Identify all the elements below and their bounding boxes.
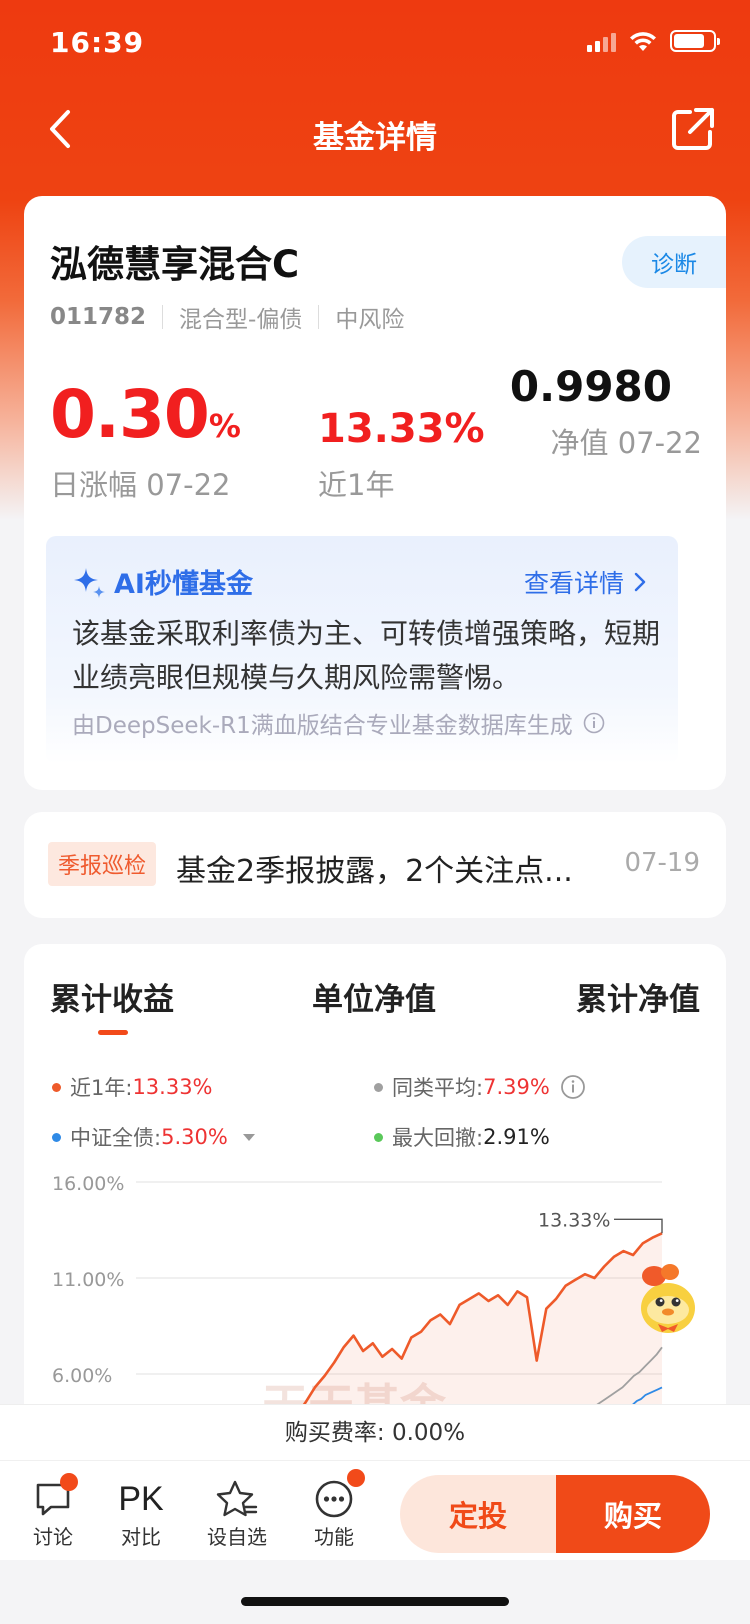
fund-code: 011782: [50, 304, 147, 330]
discuss-button[interactable]: 讨论: [18, 1473, 88, 1550]
status-icons: [587, 30, 720, 52]
watchlist-label: 设自选: [207, 1525, 267, 1549]
page-title: 基金详情: [313, 120, 437, 156]
legend-fund-label: 近1年:: [70, 1076, 133, 1100]
legend-peer-label: 同类平均:: [392, 1076, 484, 1100]
legend-drawdown-value: 2.91%: [483, 1125, 550, 1149]
fund-area: [286, 1233, 662, 1404]
status-bar: 16:39: [0, 0, 750, 90]
y-tick-label: 6.00%: [52, 1365, 112, 1387]
star-icon: [216, 1480, 258, 1517]
year-return: 13.33%: [318, 406, 485, 452]
ai-title: AI秒懂基金: [72, 562, 253, 601]
compare-label: 对比: [121, 1525, 161, 1549]
nav-bar: 基金详情: [0, 92, 750, 172]
fund-meta: 011782 混合型-偏债 中风险: [50, 300, 404, 334]
legend-index-value: 5.30%: [161, 1125, 228, 1149]
legend-dot: [52, 1082, 61, 1092]
ai-more-text: 查看详情: [523, 569, 624, 598]
daily-change-unit: %: [208, 407, 241, 445]
end-label-leader: [614, 1218, 663, 1234]
legend-dot: [52, 1132, 61, 1142]
tab-unit-nav[interactable]: 单位净值: [312, 974, 436, 1019]
compare-button[interactable]: PK 对比: [106, 1477, 176, 1550]
sparkle-icon: [74, 567, 105, 598]
notification-badge: [347, 1469, 365, 1487]
legend-fund: 近1年: 13.33%: [52, 1072, 213, 1102]
year-return-label: 近1年: [318, 468, 395, 502]
ai-note: 由DeepSeek-R1满血版结合专业基金数据库生成: [72, 706, 605, 740]
divider: [162, 305, 164, 329]
auto-invest-button[interactable]: 定投: [400, 1475, 556, 1553]
ai-title-text: AI秒懂基金: [114, 569, 253, 600]
battery-icon: [670, 30, 720, 52]
signal-icon: [587, 30, 616, 52]
end-value-label: 13.33%: [538, 1209, 610, 1231]
nav-value: 0.9980: [509, 362, 672, 411]
report-text: 基金2季报披露，2个关注点...: [176, 854, 573, 889]
fund-type: 混合型-偏债: [179, 307, 303, 333]
ai-more-link[interactable]: 查看详情: [524, 564, 646, 600]
nav-label: 净值 07-22: [550, 426, 703, 460]
status-time: 16:39: [50, 26, 145, 59]
fee-bar: 购买费率: 0.00%: [0, 1404, 750, 1460]
chart-card: 累计收益 单位净值 累计净值 近1年: 13.33% 同类平均: 7.39% 中…: [24, 944, 726, 1404]
info-icon[interactable]: [560, 1074, 586, 1100]
daily-change-value: 0.30: [50, 376, 210, 453]
legend-fund-value: 13.33%: [132, 1075, 213, 1099]
share-icon[interactable]: [668, 104, 718, 154]
legend-drawdown-label: 最大回撤:: [392, 1126, 484, 1150]
discuss-label: 讨论: [33, 1525, 73, 1549]
functions-button[interactable]: 功能: [299, 1469, 369, 1550]
daily-change: 0.30%: [50, 376, 241, 453]
chevron-right-icon: [634, 572, 646, 592]
add-watchlist-button[interactable]: 设自选: [202, 1477, 272, 1550]
bottom-toolbar: 讨论 PK 对比 设自选 功能 定投 购买: [0, 1460, 750, 1560]
daily-change-label: 日涨幅 07-22: [50, 468, 231, 502]
ai-summary-box[interactable]: AI秒懂基金 查看详情 该基金采取利率债为主、可转债增强策略，短期业绩亮眼但规模…: [46, 536, 678, 764]
more-icon: [315, 1480, 353, 1518]
fund-risk: 中风险: [335, 307, 405, 333]
report-card[interactable]: 季报巡检 基金2季报披露，2个关注点... 07-19: [24, 812, 726, 918]
y-tick-label: 11.00%: [52, 1269, 124, 1291]
wifi-icon: [630, 32, 656, 51]
ai-note-text: 由DeepSeek-R1满血版结合专业基金数据库生成: [72, 713, 573, 739]
buy-button[interactable]: 购买: [556, 1475, 710, 1553]
mascot-icon: [641, 1264, 695, 1333]
y-tick-label: 16.00%: [52, 1176, 124, 1195]
report-tag: 季报巡检: [48, 842, 157, 886]
return-chart[interactable]: 天天基金 16.00%11.00%6.00%13.33%: [24, 1176, 726, 1404]
diagnose-button[interactable]: 诊断: [622, 236, 726, 288]
home-indicator: [241, 1597, 509, 1606]
fund-name: 泓德慧享混合C: [50, 243, 300, 286]
fund-summary-card: 泓德慧享混合C 诊断 011782 混合型-偏债 中风险 0.30% 日涨幅 0…: [24, 196, 726, 790]
legend-peer: 同类平均: 7.39%: [374, 1072, 586, 1102]
pk-icon: PK: [118, 1479, 164, 1518]
tab-cumulative-return[interactable]: 累计收益: [50, 974, 174, 1035]
legend-drawdown: 最大回撤: 2.91%: [374, 1122, 550, 1152]
report-date: 07-19: [624, 848, 700, 878]
legend-peer-value: 7.39%: [483, 1075, 550, 1099]
legend-dot: [374, 1082, 383, 1092]
tab-cumulative-nav[interactable]: 累计净值: [576, 974, 700, 1019]
info-icon[interactable]: [583, 712, 605, 734]
legend-index-label: 中证全债:: [70, 1126, 162, 1150]
notification-badge: [60, 1473, 78, 1491]
ai-summary-text: 该基金采取利率债为主、可转债增强策略，短期业绩亮眼但规模与久期风险需警惕。: [72, 617, 661, 694]
divider: [318, 305, 320, 329]
legend-dot: [374, 1132, 383, 1142]
functions-label: 功能: [314, 1525, 354, 1549]
legend-index[interactable]: 中证全债: 5.30%: [52, 1122, 256, 1152]
caret-down-icon: [242, 1134, 255, 1141]
